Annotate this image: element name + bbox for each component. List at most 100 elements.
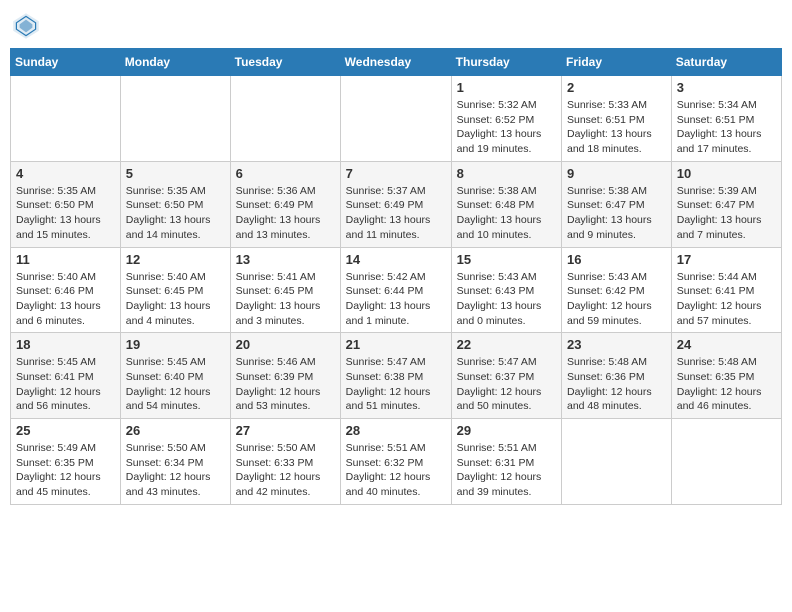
page-header [10, 10, 782, 42]
day-detail: Sunrise: 5:47 AMSunset: 6:38 PMDaylight:… [346, 355, 446, 414]
day-detail: Sunrise: 5:48 AMSunset: 6:36 PMDaylight:… [567, 355, 666, 414]
day-detail: Sunrise: 5:40 AMSunset: 6:45 PMDaylight:… [126, 270, 225, 329]
day-number: 6 [236, 166, 335, 181]
day-detail: Sunrise: 5:51 AMSunset: 6:32 PMDaylight:… [346, 441, 446, 500]
calendar-header-thursday: Thursday [451, 49, 561, 76]
calendar-cell: 11 Sunrise: 5:40 AMSunset: 6:46 PMDayligh… [11, 247, 121, 333]
day-detail: Sunrise: 5:43 AMSunset: 6:43 PMDaylight:… [457, 270, 556, 329]
day-number: 17 [677, 252, 776, 267]
day-number: 8 [457, 166, 556, 181]
calendar-header-row: SundayMondayTuesdayWednesdayThursdayFrid… [11, 49, 782, 76]
calendar-week-row: 1 Sunrise: 5:32 AMSunset: 6:52 PMDaylight… [11, 76, 782, 162]
calendar-cell: 21 Sunrise: 5:47 AMSunset: 6:38 PMDayligh… [340, 333, 451, 419]
calendar-cell: 26 Sunrise: 5:50 AMSunset: 6:34 PMDayligh… [120, 419, 230, 505]
day-number: 25 [16, 423, 115, 438]
day-detail: Sunrise: 5:45 AMSunset: 6:40 PMDaylight:… [126, 355, 225, 414]
calendar-week-row: 4 Sunrise: 5:35 AMSunset: 6:50 PMDaylight… [11, 161, 782, 247]
day-detail: Sunrise: 5:51 AMSunset: 6:31 PMDaylight:… [457, 441, 556, 500]
calendar-header-wednesday: Wednesday [340, 49, 451, 76]
day-detail: Sunrise: 5:49 AMSunset: 6:35 PMDaylight:… [16, 441, 115, 500]
calendar-cell: 27Sunrise: 5:50 AMSunset: 6:33 PMDayligh… [230, 419, 340, 505]
calendar-cell: 12Sunrise: 5:40 AMSunset: 6:45 PMDayligh… [120, 247, 230, 333]
calendar-cell: 19Sunrise: 5:45 AMSunset: 6:40 PMDayligh… [120, 333, 230, 419]
calendar-cell [340, 76, 451, 162]
calendar-cell: 1 Sunrise: 5:32 AMSunset: 6:52 PMDaylight… [451, 76, 561, 162]
day-number: 13 [236, 252, 335, 267]
calendar-cell: 28 Sunrise: 5:51 AMSunset: 6:32 PMDayligh… [340, 419, 451, 505]
day-number: 20 [236, 337, 335, 352]
day-number: 14 [346, 252, 446, 267]
calendar-cell [230, 76, 340, 162]
day-detail: Sunrise: 5:34 AMSunset: 6:51 PMDaylight:… [677, 98, 776, 157]
calendar-header-monday: Monday [120, 49, 230, 76]
day-number: 29 [457, 423, 556, 438]
calendar-cell: 17 Sunrise: 5:44 AMSunset: 6:41 PMDayligh… [671, 247, 781, 333]
calendar-cell: 20 Sunrise: 5:46 AMSunset: 6:39 PMDayligh… [230, 333, 340, 419]
day-number: 3 [677, 80, 776, 95]
day-number: 1 [457, 80, 556, 95]
day-detail: Sunrise: 5:35 AMSunset: 6:50 PMDaylight:… [126, 184, 225, 243]
day-detail: Sunrise: 5:50 AMSunset: 6:33 PMDaylight:… [236, 441, 335, 500]
day-number: 18 [16, 337, 115, 352]
calendar-cell: 13 Sunrise: 5:41 AMSunset: 6:45 PMDayligh… [230, 247, 340, 333]
calendar-cell [671, 419, 781, 505]
day-detail: Sunrise: 5:47 AMSunset: 6:37 PMDaylight:… [457, 355, 556, 414]
day-number: 15 [457, 252, 556, 267]
day-number: 24 [677, 337, 776, 352]
day-detail: Sunrise: 5:38 AMSunset: 6:47 PMDaylight:… [567, 184, 666, 243]
day-detail: Sunrise: 5:50 AMSunset: 6:34 PMDaylight:… [126, 441, 225, 500]
calendar-cell: 15 Sunrise: 5:43 AMSunset: 6:43 PMDayligh… [451, 247, 561, 333]
calendar-week-row: 25 Sunrise: 5:49 AMSunset: 6:35 PMDayligh… [11, 419, 782, 505]
day-number: 22 [457, 337, 556, 352]
calendar-cell: 22 Sunrise: 5:47 AMSunset: 6:37 PMDayligh… [451, 333, 561, 419]
calendar-cell [120, 76, 230, 162]
day-number: 11 [16, 252, 115, 267]
day-number: 4 [16, 166, 115, 181]
calendar-cell: 6 Sunrise: 5:36 AMSunset: 6:49 PMDaylight… [230, 161, 340, 247]
day-number: 28 [346, 423, 446, 438]
day-detail: Sunrise: 5:39 AMSunset: 6:47 PMDaylight:… [677, 184, 776, 243]
calendar-cell [562, 419, 672, 505]
day-detail: Sunrise: 5:41 AMSunset: 6:45 PMDaylight:… [236, 270, 335, 329]
calendar-cell: 23 Sunrise: 5:48 AMSunset: 6:36 PMDayligh… [562, 333, 672, 419]
day-detail: Sunrise: 5:40 AMSunset: 6:46 PMDaylight:… [16, 270, 115, 329]
calendar-week-row: 18 Sunrise: 5:45 AMSunset: 6:41 PMDayligh… [11, 333, 782, 419]
calendar-week-row: 11 Sunrise: 5:40 AMSunset: 6:46 PMDayligh… [11, 247, 782, 333]
calendar-cell: 25 Sunrise: 5:49 AMSunset: 6:35 PMDayligh… [11, 419, 121, 505]
calendar-cell: 7 Sunrise: 5:37 AMSunset: 6:49 PMDaylight… [340, 161, 451, 247]
day-detail: Sunrise: 5:46 AMSunset: 6:39 PMDaylight:… [236, 355, 335, 414]
day-number: 16 [567, 252, 666, 267]
day-number: 9 [567, 166, 666, 181]
day-detail: Sunrise: 5:38 AMSunset: 6:48 PMDaylight:… [457, 184, 556, 243]
calendar-cell: 14Sunrise: 5:42 AMSunset: 6:44 PMDayligh… [340, 247, 451, 333]
day-detail: Sunrise: 5:32 AMSunset: 6:52 PMDaylight:… [457, 98, 556, 157]
day-detail: Sunrise: 5:33 AMSunset: 6:51 PMDaylight:… [567, 98, 666, 157]
calendar-table: SundayMondayTuesdayWednesdayThursdayFrid… [10, 48, 782, 505]
day-detail: Sunrise: 5:45 AMSunset: 6:41 PMDaylight:… [16, 355, 115, 414]
logo [10, 10, 46, 42]
day-number: 21 [346, 337, 446, 352]
calendar-header-saturday: Saturday [671, 49, 781, 76]
day-number: 10 [677, 166, 776, 181]
day-detail: Sunrise: 5:44 AMSunset: 6:41 PMDaylight:… [677, 270, 776, 329]
day-detail: Sunrise: 5:37 AMSunset: 6:49 PMDaylight:… [346, 184, 446, 243]
calendar-cell [11, 76, 121, 162]
calendar-header-friday: Friday [562, 49, 672, 76]
calendar-cell: 8 Sunrise: 5:38 AMSunset: 6:48 PMDaylight… [451, 161, 561, 247]
calendar-cell: 9 Sunrise: 5:38 AMSunset: 6:47 PMDaylight… [562, 161, 672, 247]
calendar-cell: 5 Sunrise: 5:35 AMSunset: 6:50 PMDaylight… [120, 161, 230, 247]
day-detail: Sunrise: 5:35 AMSunset: 6:50 PMDaylight:… [16, 184, 115, 243]
day-number: 26 [126, 423, 225, 438]
calendar-cell: 2Sunrise: 5:33 AMSunset: 6:51 PMDaylight… [562, 76, 672, 162]
calendar-cell: 29 Sunrise: 5:51 AMSunset: 6:31 PMDayligh… [451, 419, 561, 505]
calendar-cell: 16Sunrise: 5:43 AMSunset: 6:42 PMDayligh… [562, 247, 672, 333]
day-number: 7 [346, 166, 446, 181]
day-detail: Sunrise: 5:48 AMSunset: 6:35 PMDaylight:… [677, 355, 776, 414]
day-detail: Sunrise: 5:36 AMSunset: 6:49 PMDaylight:… [236, 184, 335, 243]
logo-icon [10, 10, 42, 42]
calendar-cell: 24 Sunrise: 5:48 AMSunset: 6:35 PMDayligh… [671, 333, 781, 419]
calendar-cell: 10 Sunrise: 5:39 AMSunset: 6:47 PMDayligh… [671, 161, 781, 247]
day-number: 23 [567, 337, 666, 352]
calendar-header-tuesday: Tuesday [230, 49, 340, 76]
day-number: 5 [126, 166, 225, 181]
